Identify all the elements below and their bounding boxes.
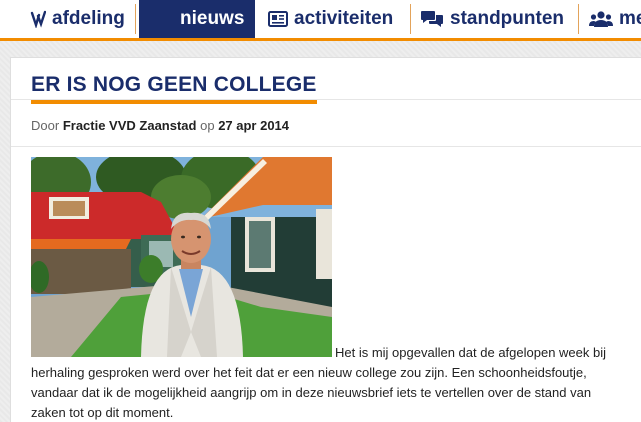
nav-separator	[410, 4, 411, 34]
divider	[11, 146, 641, 147]
nav-item-afdeling[interactable]: afdeling	[30, 0, 125, 38]
vvd-logo-icon	[30, 10, 46, 28]
nav-item-nieuws[interactable]: nieuws	[139, 0, 255, 38]
meta-date-prefix: op	[200, 118, 215, 133]
body-line-2: herhaling gesproken werd over het feit d…	[31, 365, 587, 380]
nav-item-activiteiten[interactable]: activiteiten	[268, 0, 393, 38]
divider	[11, 99, 641, 100]
nav-label-activiteiten: activiteiten	[294, 8, 394, 29]
article-meta: Door Fractie VVD Zaanstad op 27 apr 2014	[31, 118, 289, 133]
nav-label-standpunten: standpunten	[450, 8, 564, 29]
people-icon	[589, 10, 613, 28]
article-author[interactable]: Fractie VVD Zaanstad	[63, 118, 197, 133]
main-navigation: afdeling nieuws activiteiten standpunten	[0, 0, 641, 41]
nav-item-standpunten[interactable]: standpunten	[420, 0, 564, 38]
news-icon	[268, 11, 288, 27]
article-date: 27 apr 2014	[218, 118, 290, 133]
body-line-4: zaken tot op dit moment.	[31, 405, 174, 420]
body-line-1: Het is mij opgevallen dat de afgelopen w…	[335, 345, 607, 360]
nav-separator	[578, 4, 579, 34]
nav-label-nieuws: nieuws	[180, 8, 245, 29]
nav-label-me: me	[619, 8, 641, 29]
nav-item-me[interactable]: me	[589, 0, 641, 38]
nav-separator	[135, 4, 136, 34]
article-card: ER IS NOG GEEN COLLEGE Door Fractie VVD …	[10, 57, 641, 422]
article-photo	[31, 157, 332, 357]
speech-bubbles-icon	[420, 10, 444, 28]
meta-by-prefix: Door	[31, 118, 60, 133]
body-line-3: vandaar dat ik de mogelijkheid aangrijp …	[31, 385, 592, 400]
nav-label-afdeling: afdeling	[52, 8, 125, 29]
